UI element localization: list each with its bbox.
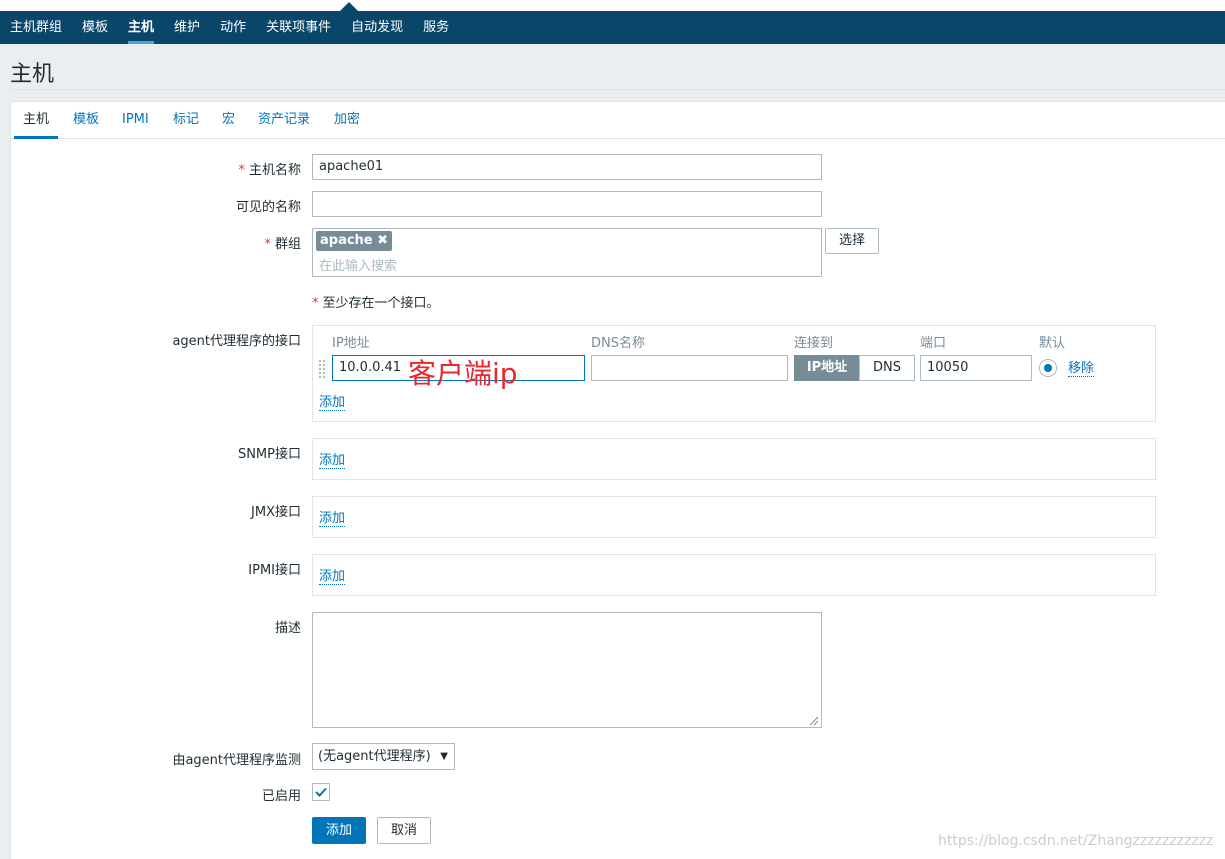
snmp-interfaces-box (312, 438, 1156, 480)
jmx-interfaces-box (312, 496, 1156, 538)
add-ipmi-interface-link[interactable]: 添加 (319, 569, 346, 585)
interface-note-text: 至少存在一个接口。 (322, 296, 440, 311)
cancel-button[interactable]: 取消 (377, 817, 431, 844)
col-ip-header: IP地址 (332, 336, 370, 351)
radio-dot-icon (1044, 364, 1052, 372)
required-marker: * (264, 237, 271, 252)
tab-ipmi[interactable]: IPMI (122, 102, 149, 139)
groups-label: * 群组 (200, 233, 301, 252)
resize-handle-icon[interactable] (809, 715, 819, 726)
jmx-label: JMX接口 (251, 505, 301, 520)
ipmi-interfaces-box (312, 554, 1156, 596)
tab-inventory[interactable]: 资产记录 (258, 102, 310, 139)
tab-bar: 主机 模板 IPMI 标记 宏 资产记录 加密 (11, 102, 1225, 139)
group-tag: apache ✖ (316, 231, 393, 251)
page-title: 主机 (10, 62, 55, 87)
add-agent-interface-link[interactable]: 添加 (319, 395, 346, 411)
nav-item-3[interactable]: 维护 (164, 11, 210, 44)
visible-name-input[interactable] (312, 191, 822, 217)
nav-items: 主机群组 模板 主机 维护 动作 关联项事件 自动发现 服务 (0, 11, 459, 44)
snmp-label: SNMP接口 (237, 447, 301, 462)
required-marker: * (238, 163, 245, 178)
agent-interfaces-label: agent代理程序的接口 (172, 334, 301, 349)
nav-item-7[interactable]: 服务 (413, 11, 459, 44)
connect-ip-toggle[interactable]: IP地址 (794, 355, 860, 381)
interface-note: * 至少存在一个接口。 (312, 292, 440, 311)
enabled-label: 已启用 (261, 789, 301, 804)
remove-tag-icon[interactable]: ✖ (377, 233, 388, 248)
title-divider (10, 89, 1225, 90)
nav-item-0[interactable]: 主机群组 (0, 11, 72, 44)
select-groups-button[interactable]: 选择 (825, 228, 879, 254)
tab-encryption[interactable]: 加密 (334, 102, 360, 139)
tab-host[interactable]: 主机 (14, 102, 59, 139)
col-port-header: 端口 (920, 336, 947, 351)
main-navigation: 主机群组 模板 主机 维护 动作 关联项事件 自动发现 服务 (0, 2, 1225, 44)
col-default-header: 默认 (1039, 336, 1066, 351)
group-search-input[interactable]: 在此输入搜索 (319, 255, 397, 274)
nav-item-6[interactable]: 自动发现 (341, 11, 413, 44)
col-connect-header: 连接到 (794, 336, 834, 351)
proxy-select[interactable]: (无agent代理程序) ▼ (312, 743, 455, 770)
add-snmp-interface-link[interactable]: 添加 (319, 453, 346, 469)
drag-handle-icon[interactable] (318, 359, 326, 379)
remove-interface-link[interactable]: 移除 (1068, 361, 1095, 377)
tab-templates[interactable]: 模板 (73, 102, 99, 139)
enabled-checkbox[interactable] (312, 783, 330, 801)
host-name-label-text: 主机名称 (248, 163, 301, 178)
add-jmx-interface-link[interactable]: 添加 (319, 511, 346, 527)
connect-dns-toggle[interactable]: DNS (859, 355, 915, 381)
nav-item-4[interactable]: 动作 (210, 11, 256, 44)
nav-item-5[interactable]: 关联项事件 (256, 11, 341, 44)
description-label: 描述 (274, 621, 301, 636)
visible-name-label: 可见的名称 (235, 200, 301, 215)
add-button[interactable]: 添加 (312, 817, 366, 844)
tab-tags[interactable]: 标记 (173, 102, 199, 139)
required-marker: * (312, 296, 319, 311)
tab-macros[interactable]: 宏 (222, 102, 235, 139)
host-name-label: * 主机名称 (200, 159, 301, 178)
host-name-input[interactable]: apache01 (312, 154, 822, 180)
group-tag-label: apache (320, 233, 373, 248)
nav-item-2[interactable]: 主机 (118, 11, 164, 44)
agent-dns-input[interactable] (591, 355, 788, 381)
nav-item-1[interactable]: 模板 (72, 11, 118, 44)
nav-caret-icon (340, 2, 358, 11)
groups-label-text: 群组 (274, 237, 301, 252)
checkmark-icon (315, 787, 327, 797)
default-radio[interactable] (1039, 359, 1057, 377)
client-ip-annotation: 客户端ip (408, 357, 518, 390)
ipmi-label: IPMI接口 (248, 563, 301, 578)
watermark: https://blog.csdn.net/Zhangzzzzzzzzzzz (938, 833, 1214, 849)
dropdown-arrow-icon: ▼ (440, 751, 448, 762)
agent-port-input[interactable]: 10050 (920, 355, 1032, 381)
col-dns-header: DNS名称 (591, 336, 645, 351)
proxy-label: 由agent代理程序监测 (172, 753, 301, 768)
proxy-select-value: (无agent代理程序) (318, 749, 431, 764)
description-textarea[interactable] (312, 612, 822, 728)
